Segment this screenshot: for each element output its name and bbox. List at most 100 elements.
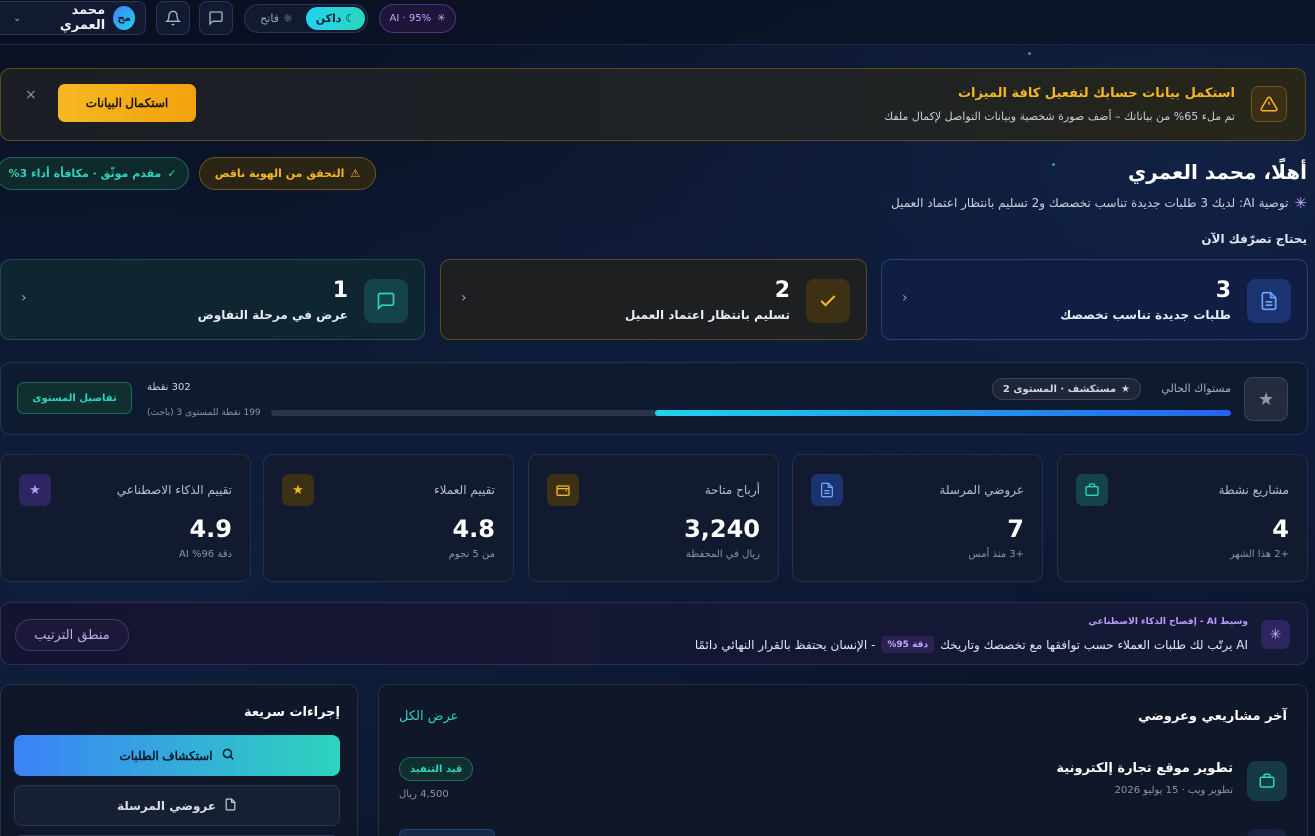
verified-provider-badge: ✓ مقدم موثّق · مكافأة أداء 3% [0,157,189,190]
identity-badge-label: التحقق من الهوية ناقص [214,167,345,180]
stat-value: 4.8 [452,515,495,543]
stat-card-ai-rating[interactable]: ★ تقييم الذكاء الاصطناعي 4.9 دقة 96% AI [0,454,251,582]
status-badge [399,829,495,836]
decor-dot [1028,52,1031,55]
moon-icon: ☾ [345,12,356,25]
document-icon [224,798,237,814]
recent-projects-card: آخر مشاريعي وعروضي عرض الكل تطوير موقع ت… [378,684,1308,836]
avatar: مح [113,6,135,30]
level-name: مستكشف · المستوى 2 [1002,383,1117,395]
action-count: 1 [332,278,348,303]
star-icon: ★ [19,474,51,506]
chevron-left-icon: ‹ [461,290,467,306]
stat-sub: من 5 نجوم [448,549,495,560]
quick-actions-heading: إجراءات سريعة [243,705,340,720]
wallet-icon [547,474,579,506]
profile-completion-banner: استكمل بيانات حسابك لتفعيل كافة الميزات … [0,68,1306,141]
close-icon[interactable]: × [25,87,37,103]
status-badge: قيد التنفيذ [399,757,474,781]
stat-sub: +3 منذ أمس [968,549,1024,560]
action-card-new-requests[interactable]: 3 طلبات جديدة تناسب تخصصك ‹ [881,259,1308,340]
banner-title: استكمل بيانات حسابك لتفعيل كافة الميزات [957,86,1235,101]
stat-label: تقييم الذكاء الاصطناعي [116,483,232,497]
view-all-link[interactable]: عرض الكل [399,709,458,724]
ai-disclosure-text-note: - الإنسان يحتفظ بالقرار النهائي دائمًا [694,637,876,652]
stat-value: 3,240 [684,515,760,543]
stat-card-client-rating[interactable]: ★ تقييم العملاء 4.8 من 5 نجوم [263,454,514,582]
action-count: 2 [774,278,790,303]
sparkle-icon: ✳ [1294,194,1307,212]
bell-icon [165,10,181,26]
project-meta: تطوير ويب · 15 يوليو 2026 [1114,785,1233,796]
points-remaining: 199 نقطة للمستوى 3 (باحث) [147,408,261,418]
explore-requests-button[interactable]: استكشاف الطلبات [14,735,340,776]
banner-subtitle: تم ملء 65% من بياناتك – أضف صورة شخصية و… [884,110,1235,123]
page-title: أهلًا، محمد العمري [1127,160,1307,184]
action-label: تسليم بانتظار اعتماد العميل [625,308,790,322]
stat-sub: +2 هذا الشهر [1229,549,1289,560]
messages-button[interactable] [199,1,233,35]
stat-label: تقييم العملاء [434,483,495,497]
ai-recommendation-text: توصية AI: لديك 3 طلبات جديدة تناسب تخصصك… [890,196,1289,210]
user-name: محمد العمري [59,3,106,33]
current-level-label: مستواك الحالي [1161,382,1231,395]
level-card: ★ مستواك الحالي ★ مستكشف · المستوى 2 302… [0,362,1308,435]
top-bar: ⌄ محمد العمري مح ☾ داكن ☼ فاتح ✳ AI · 95… [0,0,1315,45]
action-label: عرض في مرحلة التفاوض [197,308,348,322]
verified-badge-label: مقدم موثّق · مكافأة أداء 3% [8,167,162,180]
ranking-logic-button[interactable]: منطق الترتيب [15,619,129,651]
action-card-pending-delivery[interactable]: 2 تسليم بانتظار اعتماد العميل ‹ [440,259,867,340]
sparkle-icon: ✳ [437,13,446,24]
stat-value: 7 [1007,515,1024,543]
star-icon: ★ [1244,377,1288,421]
warning-icon: ⚠ [350,167,361,180]
user-menu[interactable]: ⌄ محمد العمري مح [0,1,146,35]
level-progress-fill [655,410,1231,416]
chevron-left-icon: ‹ [21,290,27,306]
ai-recommendation: ✳ توصية AI: لديك 3 طلبات جديدة تناسب تخص… [891,194,1307,212]
stat-label: أرباح متاحة [704,483,760,497]
stat-sub: دقة 96% AI [179,549,232,560]
document-icon [811,474,843,506]
project-title: تطوير موقع تجارة إلكترونية [1056,761,1233,776]
search-icon [221,747,235,764]
decor-dot [1052,163,1055,166]
check-icon: ✓ [167,167,177,180]
stat-label: مشاريع نشطة [1218,483,1289,497]
accuracy-badge: دقة 95% [881,636,935,653]
list-item-icon [1247,829,1287,836]
ai-disclosure-bar: ✳ وسيط AI - إفصاح الذكاء الاصطناعي AI ير… [0,602,1308,665]
recent-projects-heading: آخر مشاريعي وعروضي [1138,709,1287,724]
list-item[interactable]: تطوير موقع تجارة إلكترونية تطوير ويب · 1… [399,757,1287,807]
complete-profile-button[interactable]: استكمال البيانات [58,84,196,122]
stat-card-sent-offers[interactable]: عروضي المرسلة 7 +3 منذ أمس [792,454,1043,582]
identity-verification-badge[interactable]: ⚠ التحقق من الهوية ناقص [199,157,376,190]
theme-toggle[interactable]: ☾ داكن ☼ فاتح [244,4,368,33]
stat-label: عروضي المرسلة [939,483,1024,497]
stat-card-active-projects[interactable]: مشاريع نشطة 4 +2 هذا الشهر [1057,454,1308,582]
ai-status-badge[interactable]: ✳ AI · 95% [379,4,456,33]
action-card-negotiation[interactable]: 1 عرض في مرحلة التفاوض ‹ [0,259,425,340]
chat-icon [209,11,223,26]
level-badge: ★ مستكشف · المستوى 2 [991,378,1141,400]
chevron-left-icon: ‹ [902,290,908,306]
notifications-button[interactable] [156,1,190,35]
warning-icon [1251,86,1287,122]
theme-light-label: فاتح [260,12,279,25]
theme-light-option[interactable]: ☼ فاتح [247,7,306,30]
my-offers-button[interactable]: عروضي المرسلة [14,785,340,826]
level-points: 302 نقطة [147,382,191,393]
ai-disclosure-title: وسيط AI - إفصاح الذكاء الاصطناعي [1088,617,1248,627]
explore-requests-label: استكشاف الطلبات [119,748,213,763]
stat-sub: ريال في المحفظة [685,549,760,560]
star-icon: ★ [282,474,314,506]
level-progress-bar [271,410,1231,416]
action-label: طلبات جديدة تناسب تخصصك [1060,308,1231,322]
level-details-button[interactable]: تفاصيل المستوى [17,382,132,414]
chevron-down-icon: ⌄ [13,12,22,24]
stat-card-earnings[interactable]: أرباح متاحة 3,240 ريال في المحفظة [528,454,779,582]
ai-disclosure-text-main: AI يرتّب لك طلبات العملاء حسب توافقها مع… [940,637,1248,652]
theme-dark-option[interactable]: ☾ داكن [306,7,365,30]
document-icon [1247,279,1291,323]
star-icon: ★ [1121,383,1130,395]
